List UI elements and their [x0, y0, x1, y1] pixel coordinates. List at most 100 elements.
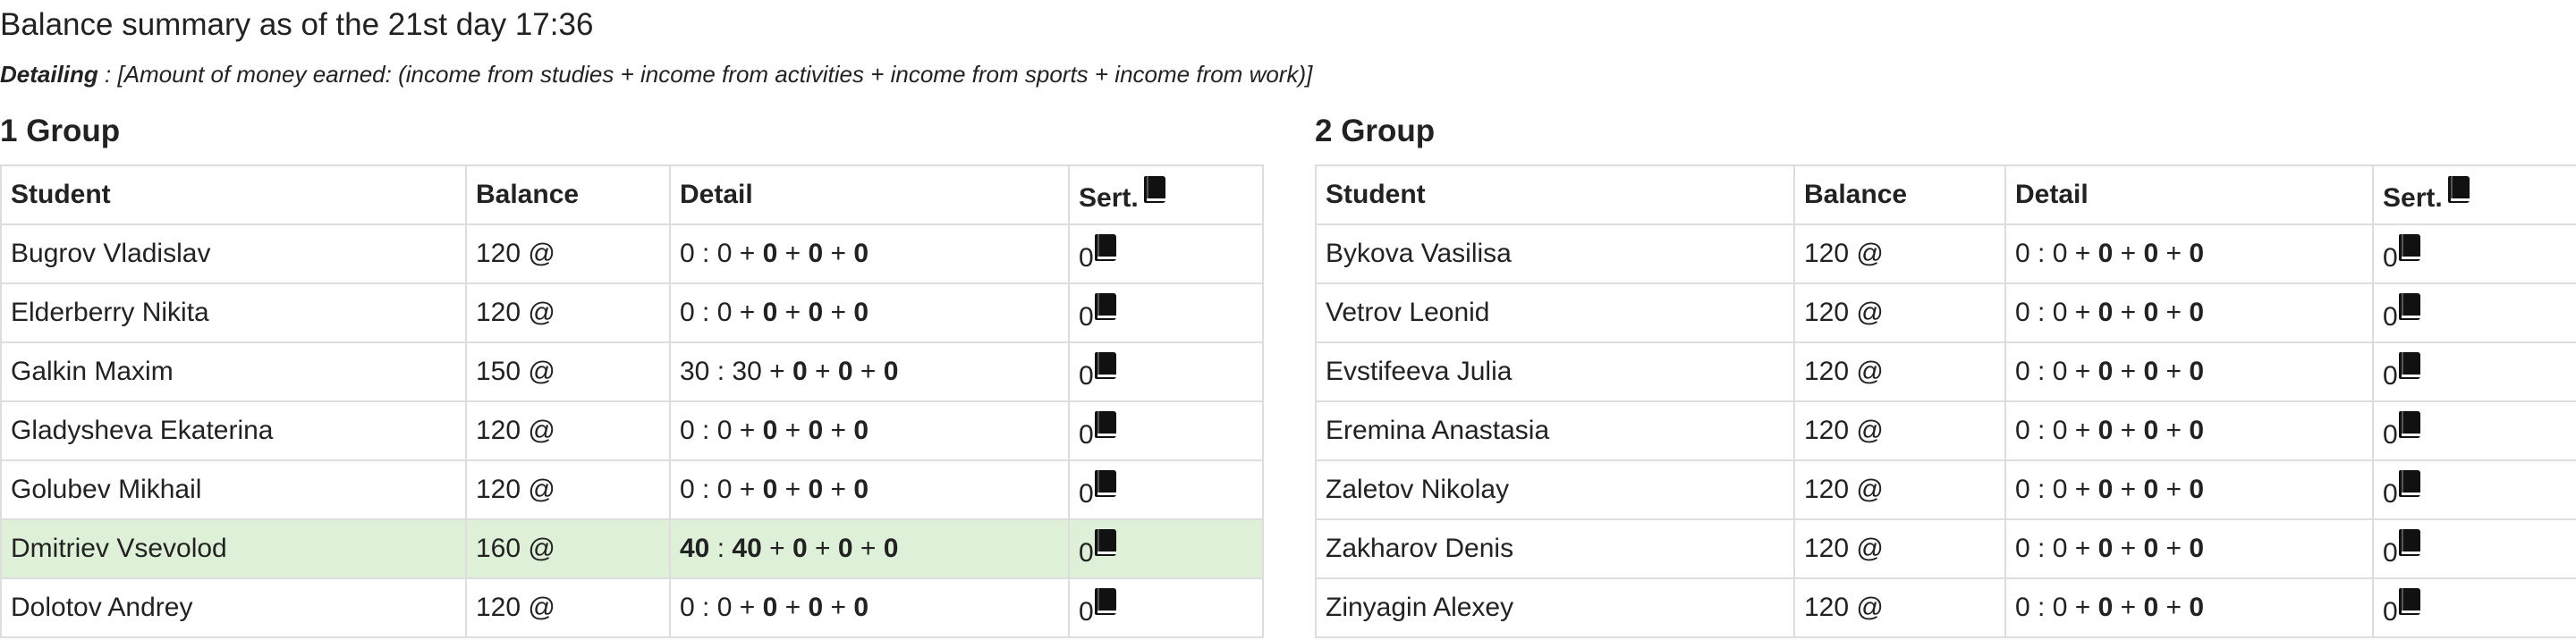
sert-cell: 0	[1068, 223, 1264, 284]
table-row: Galkin Maxim 150 @30 : 30 + 0 + 0 + 00	[0, 341, 1264, 402]
sert-cell: 0	[2372, 282, 2576, 343]
detail-work: 0	[853, 416, 869, 445]
detail-total: 0	[2015, 298, 2030, 327]
group-2-balance-table: Student Balance Detail Sert. Bykova Vasi…	[1315, 164, 2576, 638]
group-1-table-body: Bugrov Vladislav 120 @0 : 0 + 0 + 0 + 00E…	[0, 223, 1264, 638]
table-row: Zaletov Nikolay 120 @0 : 0 + 0 + 0 + 00	[1315, 459, 2576, 520]
detail-activities: 0	[762, 239, 778, 268]
detail-total: 0	[2015, 593, 2030, 622]
table-row: Evstifeeva Julia 120 @0 : 0 + 0 + 0 + 00	[1315, 341, 2576, 402]
column-header-balance: Balance	[1793, 164, 2006, 225]
detail-sports: 0	[2143, 534, 2159, 563]
detail-total: 0	[680, 239, 695, 268]
book-icon	[1094, 234, 1116, 261]
table-header-row: Student Balance Detail Sert.	[1315, 164, 2576, 225]
student-name-cell: Elderberry Nikita	[0, 282, 467, 343]
detail-total: 0	[2015, 357, 2030, 386]
detail-sports: 0	[837, 357, 853, 386]
book-icon	[1094, 411, 1116, 438]
student-name-cell: Bykova Vasilisa	[1315, 223, 1795, 284]
detail-total: 0	[680, 416, 695, 445]
detail-activities: 0	[2097, 298, 2114, 327]
column-header-sert: Sert.	[1068, 164, 1264, 225]
column-header-detail: Detail	[2004, 164, 2374, 225]
table-row: Eremina Anastasia 120 @0 : 0 + 0 + 0 + 00	[1315, 400, 2576, 461]
sert-cell: 0	[1068, 459, 1264, 520]
balance-cell: 120 @	[1793, 341, 2006, 402]
balance-cell: 150 @	[465, 341, 671, 402]
sert-cell: 0	[1068, 282, 1264, 343]
group-2-table-body: Bykova Vasilisa 120 @0 : 0 + 0 + 0 + 0 0 Ve…	[1315, 223, 2576, 638]
detail-cell: 0 : 0 + 0 + 0 + 0	[2004, 400, 2374, 461]
detail-activities: 0	[792, 357, 808, 386]
book-icon	[1143, 176, 1165, 203]
page-title: Balance summary as of the 21st day 17:36	[0, 7, 594, 42]
detail-cell: 40 : 40 + 0 + 0 + 0	[669, 518, 1070, 579]
detail-studies: 0	[716, 298, 733, 327]
column-header-sert: Sert.	[2372, 164, 2576, 225]
student-name-cell: Evstifeeva Julia	[1315, 341, 1795, 402]
detail-total: 0	[2015, 416, 2030, 445]
sert-cell: 0	[1068, 341, 1264, 402]
sert-count: 0	[2383, 420, 2398, 450]
detail-total: 30	[680, 357, 710, 386]
detail-sports: 0	[2143, 239, 2159, 268]
detail-studies: 0	[2052, 475, 2068, 504]
detail-total: 0	[680, 298, 695, 327]
detail-work: 0	[2189, 593, 2205, 622]
sert-cell: 0	[1068, 400, 1264, 461]
sert-count: 0	[1079, 243, 1094, 273]
column-header-student: Student	[1315, 164, 1795, 225]
balance-cell: 120 @	[1793, 577, 2006, 638]
detail-work: 0	[883, 357, 899, 386]
sert-count: 0	[2383, 597, 2398, 627]
sert-count: 0	[1079, 597, 1094, 627]
detail-total: 0	[2015, 239, 2030, 268]
detail-work: 0	[853, 298, 869, 327]
detail-activities: 0	[762, 298, 778, 327]
book-icon	[1094, 293, 1116, 320]
detail-sports: 0	[808, 593, 824, 622]
group-1-section: 1 Group Student Balance Detail Sert. Bug…	[0, 111, 1264, 638]
detail-activities: 0	[762, 475, 778, 504]
column-header-student: Student	[0, 164, 467, 225]
balance-cell: 120 @	[465, 577, 671, 638]
sert-count: 0	[2383, 538, 2398, 568]
detail-activities: 0	[2097, 534, 2114, 563]
student-name-cell: Zaletov Nikolay	[1315, 459, 1795, 520]
balance-cell: 120 @	[1793, 282, 2006, 343]
detail-sports: 0	[2143, 416, 2159, 445]
detail-work: 0	[2189, 357, 2205, 386]
student-name-cell: Gladysheva Ekaterina	[0, 400, 467, 461]
book-icon	[2398, 234, 2420, 261]
book-icon	[1094, 352, 1116, 379]
detail-total: 40	[680, 534, 710, 563]
detail-work: 0	[2189, 298, 2205, 327]
detail-sports: 0	[808, 298, 824, 327]
detail-studies: 0	[716, 593, 733, 622]
detail-work: 0	[853, 239, 869, 268]
detail-cell: 0 : 0 + 0 + 0 + 0	[669, 577, 1070, 638]
sert-cell: 0	[2372, 341, 2576, 402]
balance-cell: 120 @	[465, 459, 671, 520]
sert-count: 0	[1079, 479, 1094, 509]
balance-cell: 120 @	[1793, 400, 2006, 461]
balance-cell: 120 @	[465, 400, 671, 461]
book-icon	[1094, 470, 1116, 497]
book-icon	[2398, 529, 2420, 556]
table-row: Elderberry Nikita 120 @0 : 0 + 0 + 0 + 00	[0, 282, 1264, 343]
sert-header-label: Sert.	[2383, 183, 2443, 213]
student-name-cell: Galkin Maxim	[0, 341, 467, 402]
column-header-balance: Balance	[465, 164, 671, 225]
sert-count: 0	[1079, 420, 1094, 450]
detail-sports: 0	[2143, 593, 2159, 622]
balance-cell: 160 @	[465, 518, 671, 579]
detail-studies: 0	[716, 416, 733, 445]
detail-studies: 40	[732, 534, 762, 563]
detail-work: 0	[2189, 239, 2205, 268]
detail-work: 0	[2189, 534, 2205, 563]
group-title: 1 Group	[0, 114, 121, 148]
detail-activities: 0	[2097, 475, 2114, 504]
detail-cell: 0 : 0 + 0 + 0 + 0	[2004, 341, 2374, 402]
detail-activities: 0	[762, 416, 778, 445]
